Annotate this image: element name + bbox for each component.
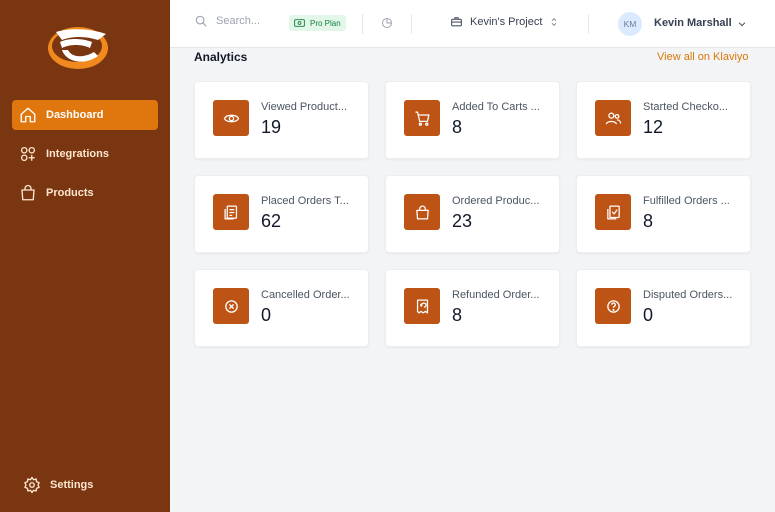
stat-card-started-checkout[interactable]: Started Checko... 12 [576,81,751,159]
receipt-refund-icon [404,288,440,324]
stat-card-viewed-products[interactable]: Viewed Product... 19 [194,81,369,159]
stat-label: Cancelled Order... [261,289,350,301]
stat-value: 0 [643,305,654,325]
briefcase-icon [451,17,462,27]
search-icon [195,15,207,27]
eye-icon [213,100,249,136]
sidebar-item-label: Integrations [46,148,109,160]
sidebar-item-products[interactable]: Products [12,178,158,208]
sidebar-item-dashboard[interactable]: Dashboard [12,100,158,130]
stat-value: 62 [261,211,282,231]
cart-icon [404,100,440,136]
settings-label: Settings [50,479,94,491]
stat-card-disputed-orders[interactable]: Disputed Orders... 0 [576,269,751,347]
project-name: Kevin's Project [470,15,543,28]
stat-label: Viewed Product... [261,101,348,113]
sidebar-item-label: Dashboard [46,109,104,121]
plan-badge: Pro Plan [289,15,346,31]
banknote-icon [294,19,305,27]
stat-card-added-to-carts[interactable]: Added To Carts ... 8 [385,81,560,159]
avatar[interactable]: KM [618,12,642,36]
stat-value: 8 [452,305,463,325]
stat-card-ordered-products[interactable]: Ordered Produc... 23 [385,175,560,253]
search-placeholder[interactable]: Search... [216,15,260,27]
project-selector[interactable]: Kevin's Project [450,15,559,28]
apps-add-icon [20,146,36,162]
x-circle-icon [213,288,249,324]
stat-card-cancelled-orders[interactable]: Cancelled Order... 0 [194,269,369,347]
stat-value: 8 [452,117,463,137]
sidebar: Dashboard Integrations Products Settings [0,0,170,512]
gear-icon [24,476,40,494]
search-box[interactable]: Search... [194,14,260,28]
plan-badge-label: Pro Plan [310,18,341,28]
stat-card-fulfilled-orders[interactable]: Fulfilled Orders ... 8 [576,175,751,253]
sidebar-item-label: Products [46,187,94,199]
sidebar-item-integrations[interactable]: Integrations [12,139,158,169]
stat-value: 0 [261,305,272,325]
stat-label: Started Checko... [643,101,728,113]
stat-value: 8 [643,211,654,231]
home-icon [20,107,36,123]
chevron-down-icon[interactable] [737,19,747,29]
stat-label: Added To Carts ... [452,101,540,113]
pie-timer-icon[interactable] [381,17,393,29]
stat-value: 12 [643,117,664,137]
clipboard-check-icon [595,194,631,230]
stat-label: Disputed Orders... [643,289,733,301]
shopping-bag-icon [21,184,35,201]
stat-value: 23 [452,211,473,231]
brand-logo[interactable] [46,24,110,72]
bag-icon [404,194,440,230]
stat-card-refunded-orders[interactable]: Refunded Order... 8 [385,269,560,347]
stat-label: Refunded Order... [452,289,540,301]
users-icon [595,100,631,136]
stat-card-placed-orders[interactable]: Placed Orders T... 62 [194,175,369,253]
view-all-link[interactable]: View all on Klaviyo [657,51,749,63]
sidebar-item-settings[interactable]: Settings [16,470,162,500]
user-name[interactable]: Kevin Marshall [654,17,732,29]
chevron-up-down-icon [552,17,557,26]
stat-label: Ordered Produc... [452,195,540,207]
page-title: Analytics [194,50,248,64]
header-divider [362,14,363,34]
question-circle-icon [595,288,631,324]
header-divider [411,14,412,34]
top-header: Search... Pro Plan Kevin's Project KM Ke… [170,0,775,48]
receipt-icon [213,194,249,230]
stat-label: Fulfilled Orders ... [643,195,730,207]
stat-value: 19 [261,117,282,137]
stat-label: Placed Orders T... [261,195,349,207]
header-divider [588,14,589,34]
